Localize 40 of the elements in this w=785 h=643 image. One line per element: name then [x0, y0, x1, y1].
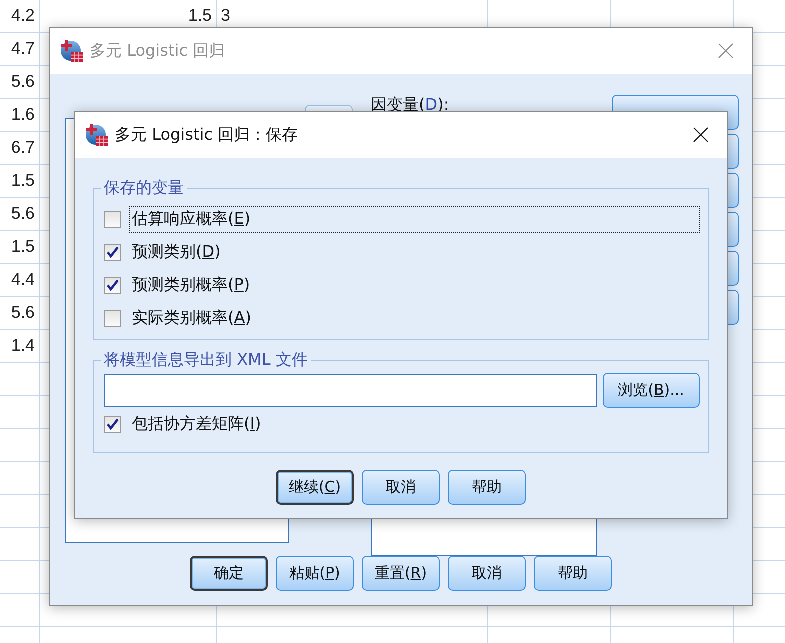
- checkbox[interactable]: [104, 244, 121, 261]
- dialog-button[interactable]: 重置(R): [362, 556, 440, 591]
- checkbox[interactable]: [104, 277, 121, 294]
- checkbox-label[interactable]: 实际类别概率(A): [129, 305, 256, 332]
- group-title: 保存的变量: [103, 178, 185, 199]
- checkbox-label[interactable]: 预测类别(D): [129, 239, 226, 266]
- table-cell: 5.6: [11, 72, 35, 92]
- table-cell: 3: [221, 6, 230, 26]
- checkbox-label[interactable]: 包括协方差矩阵(I): [129, 411, 266, 438]
- checkbox-label[interactable]: 预测类别概率(P): [129, 272, 256, 299]
- table-cell: 4.2: [11, 6, 35, 26]
- dialog-button[interactable]: 确定: [190, 556, 268, 591]
- dialog-button[interactable]: 继续(C): [276, 470, 354, 505]
- table-cell: 4.4: [11, 270, 35, 290]
- app-icon: [85, 123, 109, 147]
- dialog-button[interactable]: 帮助: [534, 556, 612, 591]
- table-cell: 5.6: [11, 204, 35, 224]
- app-icon: [60, 39, 84, 63]
- table-cell: 6.7: [11, 138, 35, 158]
- checkbox[interactable]: [104, 416, 121, 433]
- group-title: 将模型信息导出到 XML 文件: [103, 350, 309, 371]
- window-title: 多元 Logistic 回归：保存: [115, 124, 300, 146]
- table-cell: 4.7: [11, 39, 35, 59]
- dialog-button[interactable]: 帮助: [448, 470, 526, 505]
- window-title: 多元 Logistic 回归: [90, 40, 226, 62]
- checkbox-label[interactable]: 估算响应概率(E): [129, 206, 700, 233]
- checkbox[interactable]: [104, 211, 121, 228]
- checkbox[interactable]: [104, 310, 121, 327]
- table-cell: 1.4: [11, 336, 35, 356]
- file-path-field[interactable]: [104, 374, 596, 407]
- table-cell: 1.5: [11, 237, 35, 257]
- table-cell: 1.5: [188, 6, 212, 26]
- browse-button[interactable]: 浏览(B)...: [602, 373, 700, 408]
- dialog-button[interactable]: 取消: [448, 556, 526, 591]
- table-cell: 1.5: [11, 171, 35, 191]
- dialog-button[interactable]: 粘贴(P): [276, 556, 354, 591]
- dialog-button[interactable]: 取消: [362, 470, 440, 505]
- table-cell: 1.6: [11, 105, 35, 125]
- table-cell: 5.6: [11, 303, 35, 323]
- close-icon[interactable]: [693, 127, 709, 143]
